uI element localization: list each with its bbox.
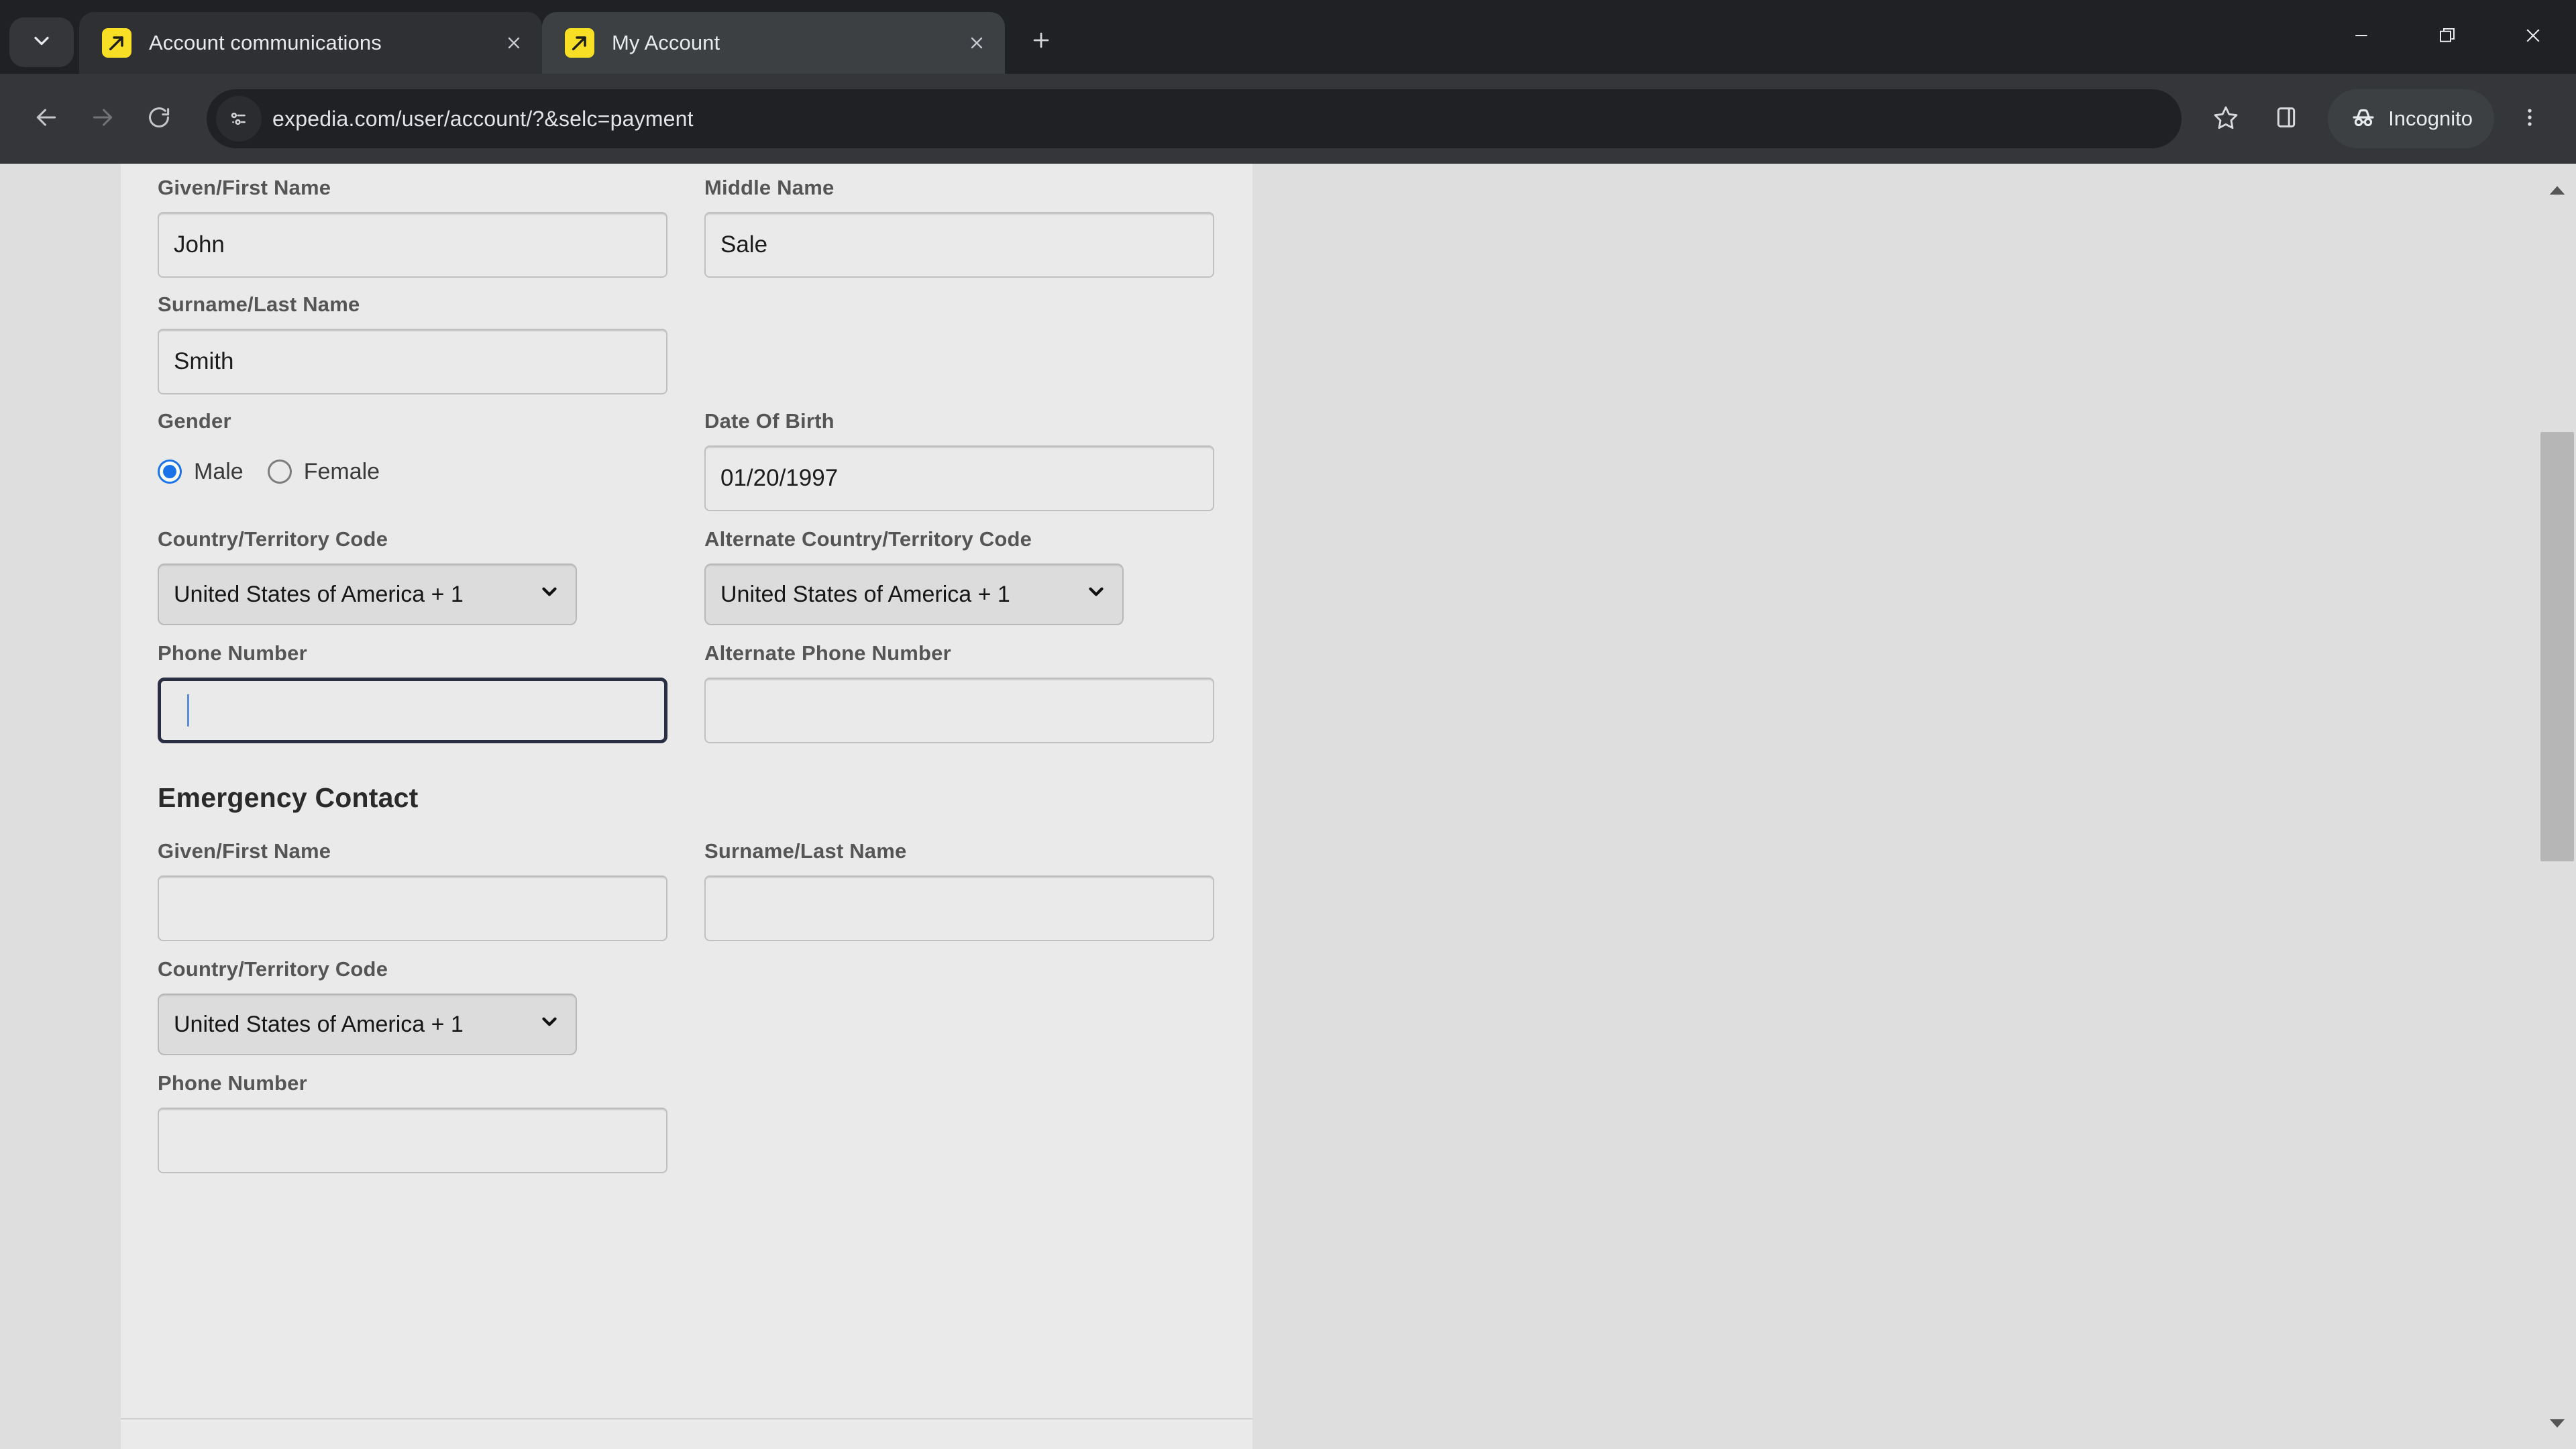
expedia-favicon [102, 28, 131, 58]
bookmark-button[interactable] [2198, 91, 2254, 147]
window-controls [2318, 0, 2576, 74]
tab-title: Account communications [149, 31, 382, 54]
side-panel-icon [2273, 104, 2300, 134]
gender-option-male-label: Male [194, 458, 244, 484]
country-territory-code-value: United States of America + 1 [174, 581, 464, 607]
emergency-given-first-name-label: Given/First Name [158, 839, 331, 863]
emergency-surname-last-name-input[interactable] [704, 875, 1214, 941]
chevron-down-icon [1085, 580, 1108, 609]
reload-icon [146, 105, 172, 133]
back-button[interactable] [20, 93, 72, 145]
emergency-country-territory-code-value: United States of America + 1 [174, 1011, 464, 1037]
incognito-indicator[interactable]: Incognito [2328, 89, 2494, 148]
close-icon[interactable] [495, 24, 533, 62]
browser-menu-button[interactable] [2504, 93, 2556, 145]
address-bar[interactable]: expedia.com/user/account/?&selc=payment [207, 89, 2182, 148]
close-icon[interactable] [958, 24, 996, 62]
browser-tab-my-account[interactable]: My Account [542, 12, 1005, 74]
date-of-birth-label: Date Of Birth [704, 409, 835, 433]
close-window-button[interactable] [2490, 0, 2576, 74]
alternate-country-territory-code-value: United States of America + 1 [720, 581, 1010, 607]
alternate-phone-number-label: Alternate Phone Number [704, 641, 951, 665]
expedia-favicon [565, 28, 594, 58]
new-tab-button[interactable] [1020, 20, 1063, 63]
field-country-territory-code: Country/Territory Code United States of … [158, 527, 667, 625]
surname-last-name-label: Surname/Last Name [158, 292, 360, 316]
arrow-right-icon [90, 105, 115, 133]
given-first-name-label: Given/First Name [158, 176, 331, 199]
field-alternate-country-territory-code: Alternate Country/Territory Code United … [704, 527, 1214, 625]
vertical-scrollbar[interactable] [2538, 164, 2576, 1449]
forward-button[interactable] [76, 93, 129, 145]
field-surname-last-name: Surname/Last Name Smith [158, 292, 667, 394]
incognito-label: Incognito [2388, 107, 2473, 130]
three-dots-vertical-icon [2518, 106, 2541, 132]
gender-option-female-label: Female [303, 458, 380, 484]
middle-name-label: Middle Name [704, 176, 835, 199]
scroll-up-arrow-icon[interactable] [2546, 178, 2569, 201]
url-text: expedia.com/user/account/?&selc=payment [272, 106, 694, 131]
gender-label: Gender [158, 409, 231, 433]
field-emergency-surname-last-name: Surname/Last Name [704, 839, 1214, 941]
emergency-country-territory-code-label: Country/Territory Code [158, 957, 388, 981]
alternate-country-territory-code-label: Alternate Country/Territory Code [704, 527, 1032, 551]
tab-search-button[interactable] [9, 17, 74, 67]
text-caret [174, 694, 189, 727]
field-given-first-name: Given/First Name John [158, 176, 667, 278]
restore-icon [2437, 25, 2457, 49]
reload-button[interactable] [133, 93, 185, 145]
field-date-of-birth: Date Of Birth 01/20/1997 [704, 409, 1214, 511]
page-bottom-divider [121, 1418, 1252, 1419]
gender-radio-female[interactable] [267, 460, 292, 484]
scroll-down-arrow-icon[interactable] [2546, 1411, 2569, 1434]
plus-icon [1030, 29, 1053, 55]
star-icon [2212, 104, 2239, 134]
field-emergency-phone-number: Phone Number [158, 1071, 667, 1173]
side-panel-button[interactable] [2258, 91, 2314, 147]
page-info-icon[interactable] [216, 96, 262, 142]
chevron-down-icon [30, 29, 54, 56]
emergency-phone-number-label: Phone Number [158, 1071, 307, 1095]
restore-button[interactable] [2404, 0, 2490, 74]
date-of-birth-input[interactable]: 01/20/1997 [704, 445, 1214, 511]
emergency-phone-number-input[interactable] [158, 1108, 667, 1173]
surname-last-name-input[interactable]: Smith [158, 329, 667, 394]
emergency-surname-last-name-label: Surname/Last Name [704, 839, 907, 863]
field-emergency-given-first-name: Given/First Name [158, 839, 667, 941]
tab-title: My Account [612, 31, 720, 54]
field-emergency-country-territory-code: Country/Territory Code United States of … [158, 957, 667, 1055]
emergency-given-first-name-input[interactable] [158, 875, 667, 941]
country-territory-code-select[interactable]: United States of America + 1 [158, 564, 577, 625]
browser-tab-account-communications[interactable]: Account communications [79, 12, 542, 74]
country-territory-code-label: Country/Territory Code [158, 527, 388, 551]
tab-strip: Account communications My Account [0, 0, 2576, 74]
minimize-icon [2351, 25, 2371, 49]
traveler-info-form: Given/First Name John Middle Name Sale S… [158, 164, 1258, 1173]
alternate-phone-number-input[interactable] [704, 678, 1214, 743]
given-first-name-input[interactable]: John [158, 212, 667, 278]
emergency-contact-section: Emergency Contact [158, 782, 1258, 814]
account-form-card: Given/First Name John Middle Name Sale S… [121, 164, 1252, 1449]
minimize-button[interactable] [2318, 0, 2404, 74]
chevron-down-icon [538, 1010, 561, 1039]
page-viewport: Given/First Name John Middle Name Sale S… [0, 164, 2576, 1449]
arrow-left-icon [34, 105, 59, 133]
field-phone-number: Phone Number [158, 641, 667, 743]
emergency-country-territory-code-select[interactable]: United States of America + 1 [158, 994, 577, 1055]
middle-name-input[interactable]: Sale [704, 212, 1214, 278]
vertical-scrollbar-thumb[interactable] [2540, 432, 2574, 861]
alternate-country-territory-code-select[interactable]: United States of America + 1 [704, 564, 1124, 625]
incognito-icon [2349, 103, 2377, 135]
field-gender: Gender Male Female [158, 409, 667, 511]
phone-number-label: Phone Number [158, 641, 307, 665]
phone-number-input[interactable] [158, 678, 667, 743]
emergency-contact-heading: Emergency Contact [158, 782, 419, 813]
browser-toolbar: expedia.com/user/account/?&selc=payment … [0, 74, 2576, 164]
gender-radio-male[interactable] [158, 460, 182, 484]
chevron-down-icon [538, 580, 561, 609]
browser-window: Account communications My Account expedi… [0, 0, 2576, 1449]
close-window-icon [2523, 25, 2543, 49]
field-alternate-phone-number: Alternate Phone Number [704, 641, 1214, 743]
field-middle-name: Middle Name Sale [704, 176, 1214, 278]
